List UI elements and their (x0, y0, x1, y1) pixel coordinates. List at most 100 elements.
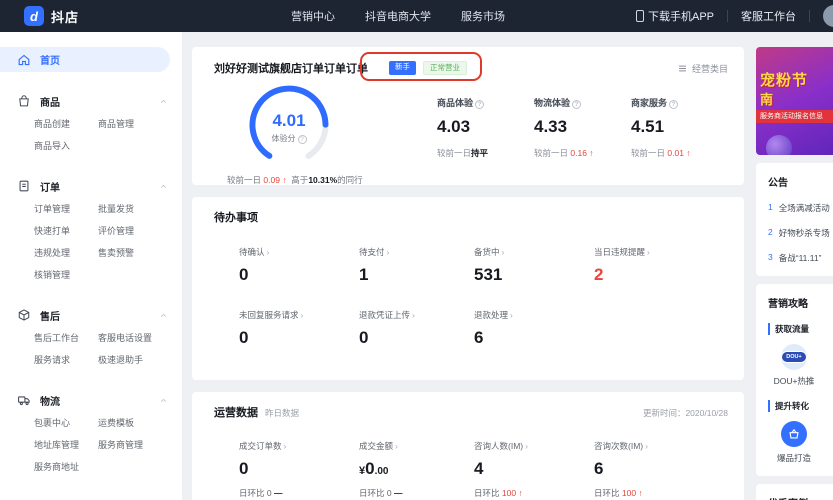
sidebar-item[interactable]: 地址库管理 (34, 434, 98, 456)
topbar-right: 下载手机APP 客服工作台 (635, 5, 833, 27)
nav-service-market[interactable]: 服务市场 (461, 8, 505, 24)
sidebar-item[interactable]: 服务请求 (34, 349, 98, 371)
logo[interactable]: d 抖店 (24, 6, 79, 26)
phone-icon (635, 10, 644, 22)
chevron-right-icon: › (645, 441, 648, 451)
dou-plus-promo[interactable]: DOU+ DOU+热推 (768, 344, 820, 387)
support-workbench-link[interactable]: 客服工作台 (741, 8, 796, 24)
chevron-up-icon[interactable] (159, 396, 168, 405)
todo-title: 待办事项 (214, 212, 258, 224)
sidebar-item[interactable]: 服务商地址 (34, 456, 98, 478)
logo-text: 抖店 (51, 9, 80, 25)
question-circle-icon[interactable]: ? (475, 100, 485, 109)
banner-title-line2: 南 (760, 92, 774, 107)
chevron-right-icon: › (395, 441, 398, 451)
todo-item-stocking[interactable]: 备货中 › 531 (474, 246, 594, 285)
promo-banner[interactable]: 宠粉节 南 服务商活动报名信息 (756, 47, 833, 155)
sidebar-item[interactable]: 批量发货 (98, 198, 182, 220)
question-circle-icon[interactable]: ? (669, 100, 679, 109)
announcement-item[interactable]: 1 全场满减活动 (768, 202, 833, 214)
sidebar-item[interactable]: 售后工作台 (34, 327, 98, 349)
todo-item-refund-voucher[interactable]: 退款凭证上传 › 0 (359, 309, 474, 348)
operations-title: 运营数据 (214, 407, 258, 419)
sidebar-group-logistics-header[interactable]: 物流 (0, 388, 182, 412)
ops-item-gmv[interactable]: 成交金额 › ¥0.00 日环比 0 — (359, 440, 474, 499)
ops-item-order-count[interactable]: 成交订单数 › 0 日环比 0 — (239, 440, 359, 499)
announcements-card: 公告 1 全场满减活动 2 好物秒杀专场 3 备战“11.11” (756, 163, 833, 276)
todo-item-refund-processing[interactable]: 退款处理 › 6 (474, 309, 594, 348)
sidebar-item[interactable]: 客服电话设置 (98, 327, 182, 349)
chevron-right-icon: › (283, 441, 287, 451)
chevron-right-icon: › (300, 310, 304, 320)
group-label: 订单 (40, 182, 60, 194)
top-navbar: d 抖店 营销中心 抖音电商大学 服务市场 下载手机APP 客服工作台 (0, 0, 833, 32)
group-label: 售后 (40, 311, 60, 323)
douyin-shop-logo-icon: d (24, 6, 44, 26)
up-arrow-icon: ↑ (282, 175, 287, 185)
sidebar-item[interactable]: 包裹中心 (34, 412, 98, 434)
chevron-up-icon[interactable] (159, 97, 168, 106)
sidebar-item[interactable]: 核销管理 (34, 264, 98, 286)
todo-item-violation-alert[interactable]: 当日违规提醒 › 2 (594, 246, 728, 285)
category-link[interactable]: 经营类目 (677, 62, 728, 75)
sidebar-group-aftersale: 售后 售后工作台 客服电话设置 服务请求 极速退助手 (0, 303, 182, 371)
score-metrics: 商品体验? 4.03 较前一日持平 物流体验? 4.33 较前一日 0.16 ↑… (426, 84, 728, 186)
sidebar-item[interactable]: 售卖预警 (98, 242, 182, 264)
cases-title: 优秀案例 (768, 495, 833, 500)
chevron-up-icon[interactable] (159, 311, 168, 320)
marketing-strategy-card: 营销攻略 获取流量 DOU+ DOU+热推 提升转化 爆品打造 (756, 284, 833, 476)
up-arrow-icon: ↑ (589, 148, 594, 158)
operations-subtitle: 昨日数据 (265, 408, 300, 418)
sidebar-home-label: 首页 (40, 56, 60, 67)
flat-trend-icon: — (394, 488, 403, 498)
metric-value: 4.03 (437, 117, 471, 136)
section-label: 提升转化 (768, 400, 833, 412)
banner-strip-text: 服务商活动报名信息 (756, 110, 833, 123)
experience-score-gauge: 4.01 体验分? 较前一日 0.09 ↑ 高于10.31%的同行 (214, 84, 426, 186)
newbie-badge: 新手 (389, 61, 416, 75)
announcement-item[interactable]: 2 好物秒杀专场 (768, 227, 833, 239)
sidebar-item[interactable]: 评价管理 (98, 220, 182, 242)
sidebar-item[interactable]: 订单管理 (34, 198, 98, 220)
sidebar-item[interactable]: 快速打单 (34, 220, 98, 242)
sidebar-item[interactable]: 极速退助手 (98, 349, 182, 371)
download-app-link[interactable]: 下载手机APP (635, 8, 714, 24)
announcement-item[interactable]: 3 备战“11.11” (768, 252, 833, 264)
question-circle-icon[interactable]: ? (297, 135, 307, 144)
todo-item-unreplied-requests[interactable]: 未回复服务请求 › 0 (239, 309, 359, 348)
planet-decoration (766, 135, 792, 155)
chevron-right-icon: › (501, 247, 505, 257)
package-icon (18, 309, 30, 321)
todo-item-pending-confirm[interactable]: 待确认 › 0 (239, 246, 359, 285)
gauge-compare-line: 较前一日 0.09 ↑ 高于10.31%的同行 (227, 175, 363, 185)
sidebar-item-home[interactable]: 首页 (0, 47, 170, 72)
truck-icon (18, 396, 30, 406)
sidebar-item[interactable]: 服务商管理 (98, 434, 182, 456)
sidebar-item[interactable]: 商品导入 (34, 135, 98, 157)
sidebar-group-goods: 商品 商品创建 商品管理 商品导入 (0, 89, 182, 157)
nav-marketing-center[interactable]: 营销中心 (291, 8, 335, 24)
sidebar-group-aftersale-header[interactable]: 售后 (0, 303, 182, 327)
sidebar-group-data-header[interactable]: 数据 (0, 495, 182, 500)
sidebar-group-orders-header[interactable]: 订单 (0, 174, 182, 198)
sidebar-item[interactable]: 商品创建 (34, 113, 98, 135)
store-overview-card: 刘好好测试旗舰店订单订单订单 新手 正常营业 经营类目 4.01 体验分 ? 较… (192, 47, 744, 185)
sidebar-item[interactable]: 违规处理 (34, 242, 98, 264)
list-icon (679, 65, 686, 71)
chevron-up-icon[interactable] (159, 182, 168, 191)
sidebar-group-goods-header[interactable]: 商品 (0, 89, 182, 113)
metric-value: 4.51 (631, 117, 665, 136)
sidebar-item[interactable]: 商品管理 (98, 113, 182, 135)
todo-item-pending-payment[interactable]: 待支付 › 1 (359, 246, 474, 285)
nav-ecommerce-university[interactable]: 抖音电商大学 (365, 8, 431, 24)
dou-plus-icon: DOU+ (781, 351, 807, 363)
question-circle-icon[interactable]: ? (572, 100, 582, 109)
ops-item-consult-users[interactable]: 咨询人数(IM) › 4 日环比 100 ↑ (474, 440, 594, 499)
group-label: 物流 (40, 396, 60, 408)
user-avatar[interactable] (823, 5, 833, 27)
sidebar-item[interactable]: 运费模板 (98, 412, 182, 434)
ops-item-consult-count[interactable]: 咨询次数(IM) › 6 日环比 100 ↑ (594, 440, 728, 499)
divider (809, 10, 810, 22)
sidebar-group-logistics: 物流 包裹中心 运费模板 地址库管理 服务商管理 服务商地址 (0, 388, 182, 478)
hot-product-builder[interactable]: 爆品打造 (768, 421, 820, 464)
